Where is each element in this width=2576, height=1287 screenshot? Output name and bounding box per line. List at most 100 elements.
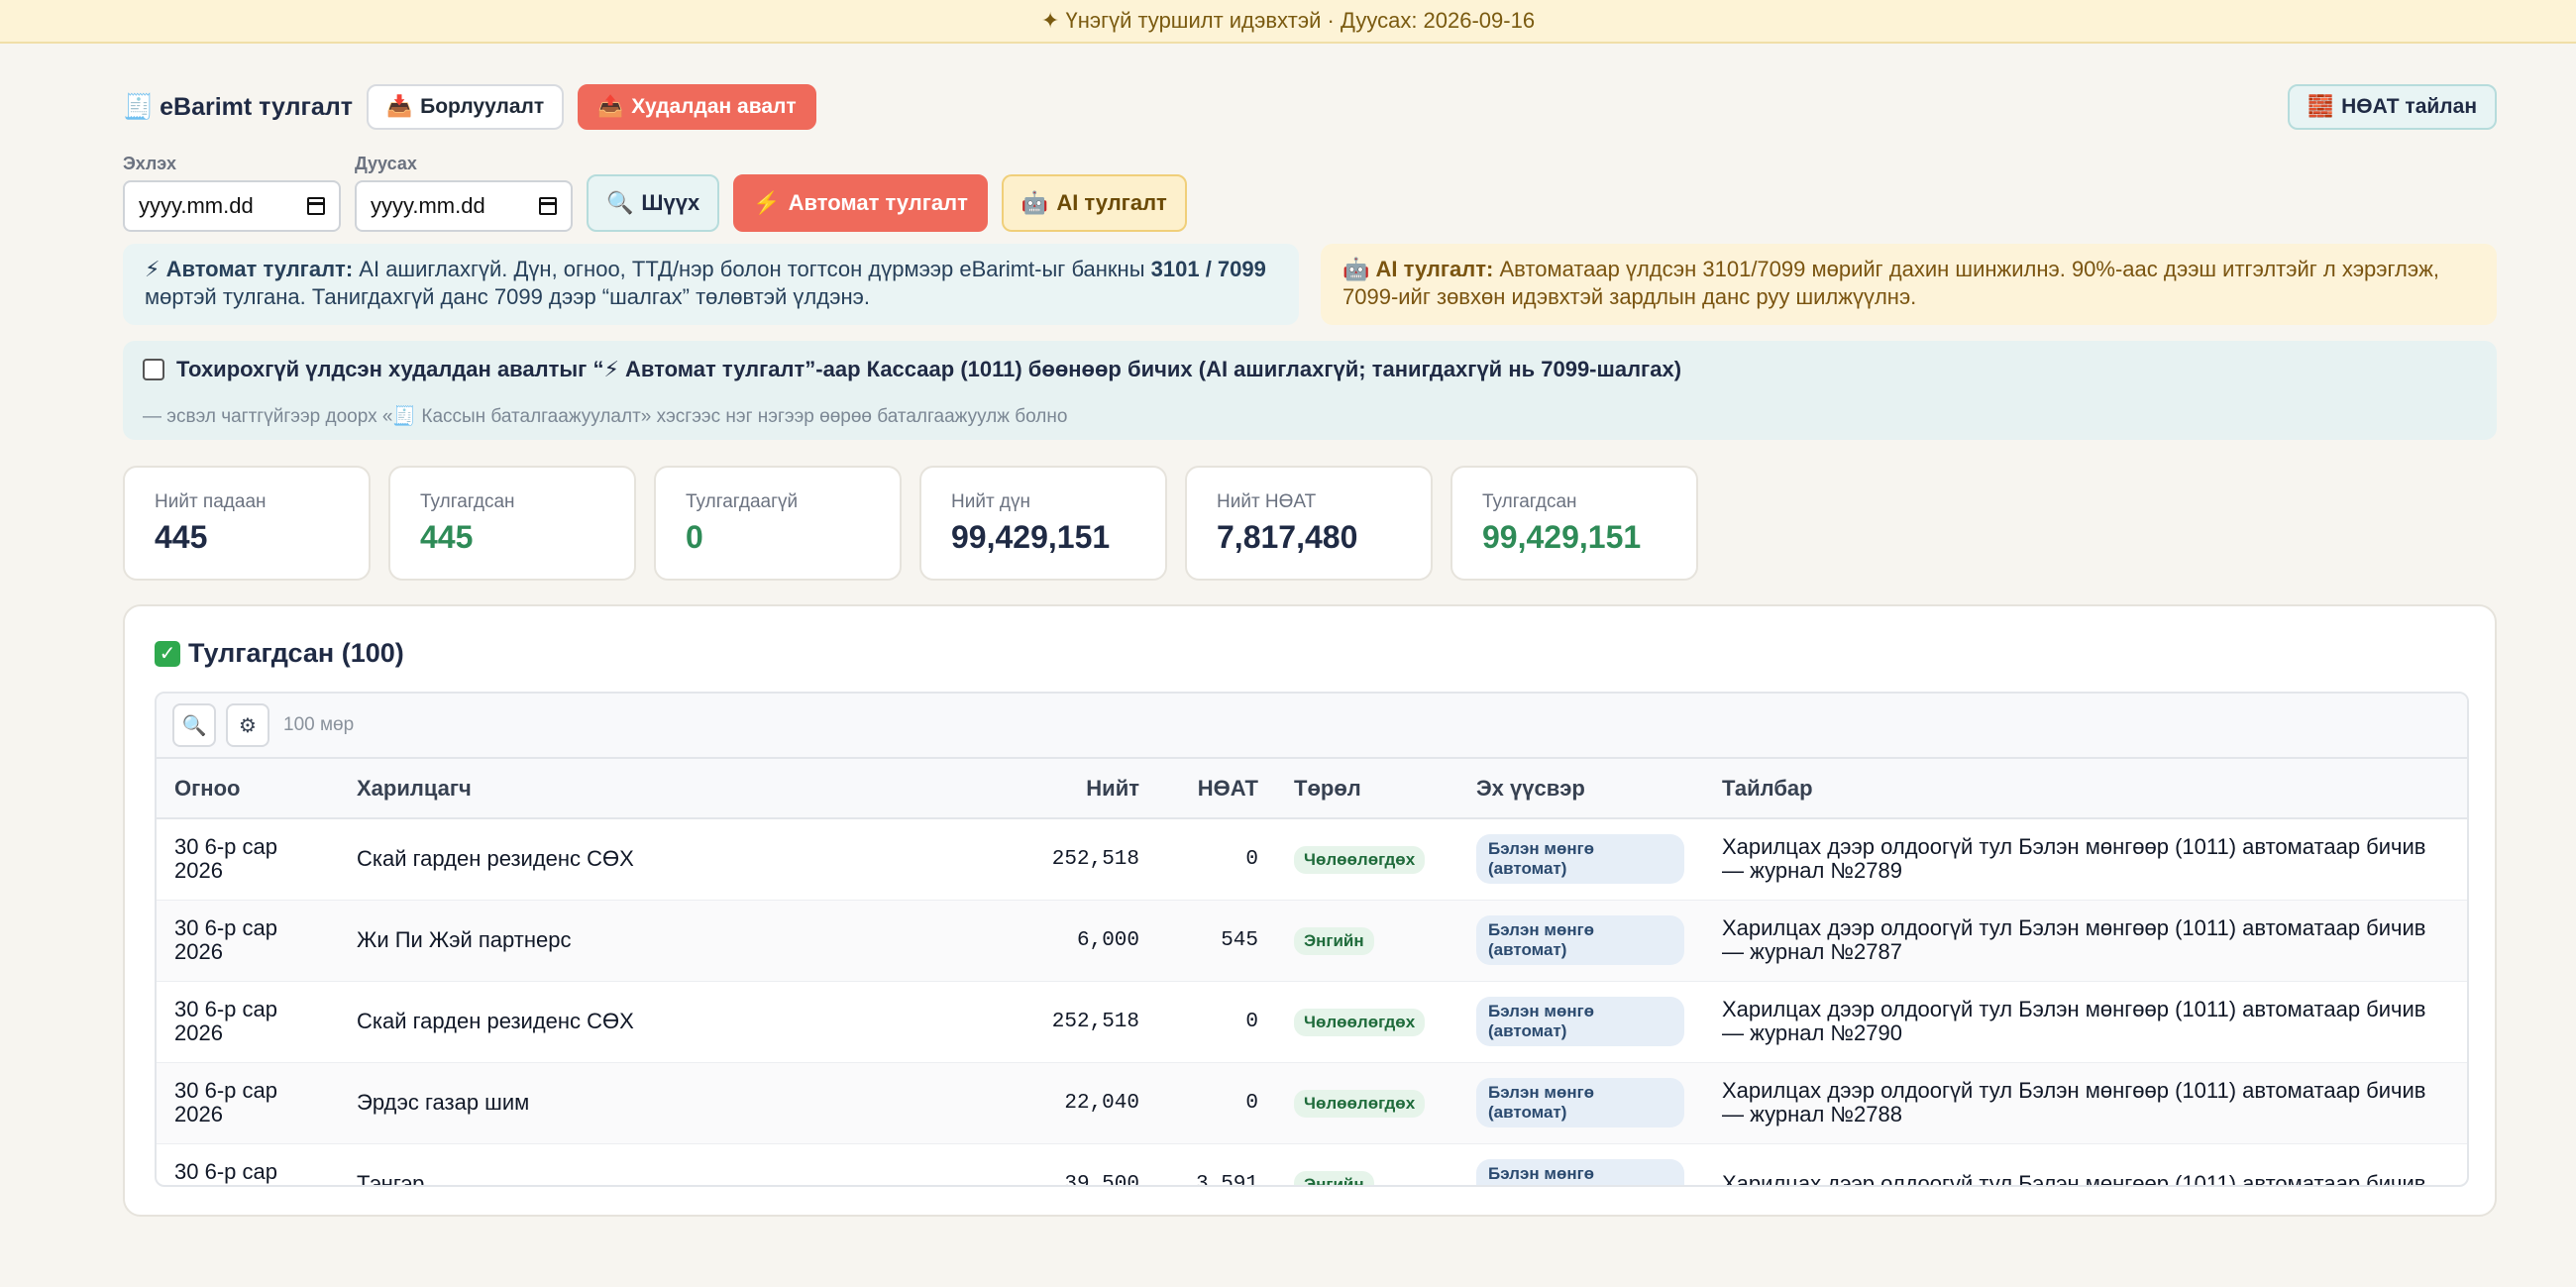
type-badge: Чөлөөлөгдөх (1294, 845, 1426, 874)
receipt-icon: 🧾 (123, 92, 155, 121)
stat-card-total-vat: Нийт НӨАТ 7,817,480 (1185, 466, 1433, 581)
cash-bulk-checkbox[interactable] (143, 359, 164, 380)
calendar-icon[interactable] (307, 197, 325, 215)
matched-panel: ✓ Тулгагдсан (100) 🔍 ⚙ 100 мөр Огноо Хар… (123, 604, 2497, 1217)
source-badge: Бэлэн мөнгө (автомат) (1476, 997, 1684, 1046)
ai-match-info: 🤖 AI тулгалт: Автоматаар үлдсэн 3101/709… (1321, 244, 2497, 325)
cash-option-panel: Тохирохгүй үлдсэн худалдан авалтыг “⚡ Ав… (123, 341, 2497, 440)
cell-source: Бэлэн мөнгө (автомат) (1458, 1062, 1704, 1143)
cell-partner: Жи Пи Жэй партнерс (357, 927, 572, 952)
search-icon: 🔍 (181, 714, 207, 737)
column-header-source[interactable]: Эх үүсвэр (1458, 759, 1704, 818)
table-row[interactable]: 30 6-р сар 2026 Тэнгэр 39,500 3,591 Энги… (157, 1143, 2467, 1187)
column-header-partner[interactable]: Харилцагч (339, 759, 929, 818)
source-badge: Бэлэн мөнгө (автомат) (1476, 1078, 1684, 1127)
cell-type: Энгийн (1276, 900, 1458, 981)
auto-match-button[interactable]: ⚡ Автомат тулгалт (733, 174, 988, 232)
brick-icon: 🧱 (2307, 95, 2334, 118)
stat-card-unmatched: Тулгагдаагүй 0 (654, 466, 902, 581)
cell-total: 252,518 (1051, 847, 1139, 871)
lightning-icon: ⚡ (753, 190, 781, 215)
end-date-label: Дуусах (355, 154, 417, 173)
table-row[interactable]: 30 6-р сар 2026 Эрдэс газар шим 22,040 0… (157, 1062, 2467, 1143)
cell-type: Чөлөөлөгдөх (1276, 1062, 1458, 1143)
cell-partner: Скай гарден резиденс СӨХ (357, 1009, 634, 1033)
gear-icon: ⚙ (239, 714, 257, 737)
tab-sales[interactable]: 📥 Борлуулалт (366, 84, 565, 130)
lightning-icon: ⚡ (145, 257, 161, 281)
robot-icon: 🤖 (1342, 257, 1370, 281)
app-title: 🧾 eBarimt тулгалт (123, 93, 353, 122)
cell-date: 30 6-р сар 2026 (174, 1078, 277, 1126)
column-header-type[interactable]: Төрөл (1276, 759, 1458, 818)
cell-type: Чөлөөлөгдөх (1276, 981, 1458, 1062)
cash-option-row[interactable]: Тохирохгүй үлдсэн худалдан авалтыг “⚡ Ав… (143, 357, 2477, 382)
calendar-icon[interactable] (539, 197, 557, 215)
column-header-vat[interactable]: НӨАТ (1157, 759, 1276, 818)
cell-source: Бэлэн мөнгө (автомат) (1458, 900, 1704, 981)
stats-row: Нийт падаан 445 Тулгагдсан 445 Тулгагдаа… (123, 466, 1698, 581)
cell-vat: 0 (1245, 1091, 1258, 1115)
matched-grid: 🔍 ⚙ 100 мөр Огноо Харилцагч Нийт НӨАТ Тө… (155, 692, 2469, 1187)
source-badge: Бэлэн мөнгө (автомат) (1476, 1159, 1684, 1185)
cell-description: Харилцах дээр олдоогүй тул Бэлэн мөнгөөр… (1722, 1171, 2426, 1187)
cell-date: 30 6-р сар 2026 (174, 997, 277, 1045)
search-icon: 🔍 (606, 190, 634, 215)
filter-button[interactable]: 🔍 Шүүх (587, 174, 720, 232)
cell-partner: Эрдэс газар шим (357, 1090, 530, 1115)
row-count: 100 мөр (283, 714, 355, 735)
table-row[interactable]: 30 6-р сар 2026 Скай гарден резиденс СӨХ… (157, 818, 2467, 900)
filter-bar: Эхлэх yyyy.mm.dd Дуусах yyyy.mm.dd 🔍 Шүү… (123, 153, 1187, 232)
end-date-field: Дуусах yyyy.mm.dd (355, 154, 573, 232)
auto-match-info: ⚡ Автомат тулгалт: AI ашиглахгүй. Дүн, о… (123, 244, 1299, 325)
matched-panel-title: ✓ Тулгагдсан (100) (155, 638, 404, 669)
table-header-row: Огноо Харилцагч Нийт НӨАТ Төрөл Эх үүсвэ… (157, 759, 2467, 818)
stat-card-matched-amount: Тулгагдсан 99,429,151 (1450, 466, 1698, 581)
ai-match-button[interactable]: 🤖 AI тулгалт (1001, 174, 1187, 232)
tab-purchases[interactable]: 📤 Худалдан авалт (578, 84, 816, 130)
cell-partner: Тэнгэр (357, 1171, 425, 1187)
vat-report-button[interactable]: 🧱 НӨАТ тайлан (2287, 84, 2497, 130)
cell-type: Чөлөөлөгдөх (1276, 818, 1458, 900)
cell-description: Харилцах дээр олдоогүй тул Бэлэн мөнгөөр… (1722, 915, 2426, 964)
info-row: ⚡ Автомат тулгалт: AI ашиглахгүй. Дүн, о… (123, 244, 2497, 325)
start-date-label: Эхлэх (123, 154, 176, 173)
table-row[interactable]: 30 6-р сар 2026 Скай гарден резиденс СӨХ… (157, 981, 2467, 1062)
source-badge: Бэлэн мөнгө (автомат) (1476, 915, 1684, 965)
cell-vat: 0 (1245, 1010, 1258, 1033)
cell-total: 39,500 (1064, 1172, 1139, 1187)
cash-option-label: Тохирохгүй үлдсэн худалдан авалтыг “⚡ Ав… (176, 357, 1682, 381)
grid-settings-button[interactable]: ⚙ (226, 703, 269, 747)
grid-toolbar: 🔍 ⚙ 100 мөр (157, 694, 2467, 759)
robot-icon: 🤖 (1020, 190, 1049, 215)
table-row[interactable]: 30 6-р сар 2026 Жи Пи Жэй партнерс 6,000… (157, 900, 2467, 981)
column-header-total[interactable]: Нийт (929, 759, 1157, 818)
column-header-date[interactable]: Огноо (157, 759, 339, 818)
cell-vat: 0 (1245, 847, 1258, 871)
stat-card-total-amount: Нийт дүн 99,429,151 (919, 466, 1167, 581)
grid-search-button[interactable]: 🔍 (172, 703, 216, 747)
mode-tabs: 📥 Борлуулалт 📤 Худалдан авалт (366, 84, 816, 130)
cell-description: Харилцах дээр олдоогүй тул Бэлэн мөнгөөр… (1722, 834, 2426, 884)
cell-date: 30 6-р сар 2026 (174, 834, 277, 884)
cell-source: Бэлэн мөнгө (автомат) (1458, 818, 1704, 900)
stat-card-total-invoices: Нийт падаан 445 (123, 466, 371, 581)
type-badge: Чөлөөлөгдөх (1294, 1089, 1426, 1118)
cell-description: Харилцах дээр олдоогүй тул Бэлэн мөнгөөр… (1722, 1078, 2426, 1126)
column-header-description[interactable]: Тайлбар (1704, 759, 2467, 818)
cell-vat: 545 (1221, 928, 1258, 952)
cell-type: Энгийн (1276, 1143, 1458, 1185)
cell-date: 30 6-р сар 2026 (174, 1159, 277, 1186)
page-title: eBarimt тулгалт (160, 92, 353, 121)
outbox-icon: 📤 (597, 95, 624, 118)
start-date-input[interactable]: yyyy.mm.dd (123, 180, 341, 232)
cell-total: 6,000 (1076, 928, 1139, 952)
end-date-input[interactable]: yyyy.mm.dd (355, 180, 573, 232)
cell-description: Харилцах дээр олдоогүй тул Бэлэн мөнгөөр… (1722, 997, 2426, 1045)
cell-total: 22,040 (1064, 1091, 1139, 1115)
type-badge: Чөлөөлөгдөх (1294, 1008, 1426, 1036)
cell-source: Бэлэн мөнгө (автомат) (1458, 1143, 1704, 1185)
cell-partner: Скай гарден резиденс СӨХ (357, 846, 634, 872)
source-badge: Бэлэн мөнгө (автомат) (1476, 834, 1684, 885)
type-badge: Энгийн (1294, 1170, 1374, 1185)
